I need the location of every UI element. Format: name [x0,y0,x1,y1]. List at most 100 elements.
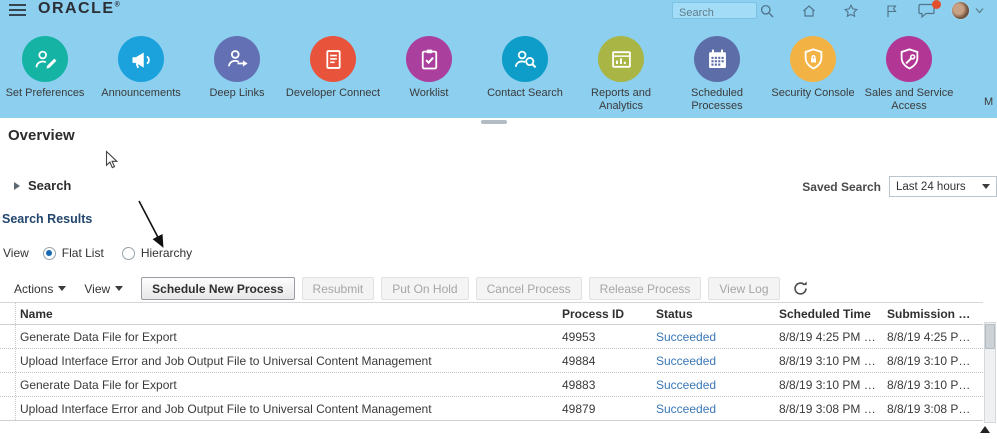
user-avatar[interactable] [951,1,970,20]
radio-unselected-icon [122,247,135,260]
springboard-item-sales-and-service-access[interactable]: Sales and Service Access [861,22,957,118]
column-header-name[interactable]: Name [16,307,562,321]
home-icon[interactable] [801,3,817,19]
radio-flat-list-label: Flat List [62,246,104,260]
submission-time-cell: 8/8/19 3:10 PM UTC [887,354,983,368]
person-arrow-icon [214,36,260,82]
row-selector-cell[interactable] [0,349,16,372]
status-cell: Succeeded [656,330,779,344]
search-icon[interactable] [759,3,775,19]
process-name-cell: Generate Data File for Export [16,330,562,344]
view-menu-label: View [84,282,110,296]
scroll-corner-arrow-icon[interactable] [980,426,990,433]
springboard-item-worklist[interactable]: Worklist [381,22,477,118]
scrollbar-thumb[interactable] [985,324,995,349]
process-id-cell: 49953 [562,330,656,344]
refresh-icon[interactable] [792,280,809,297]
global-search-box[interactable] [672,2,757,19]
status-cell: Succeeded [656,378,779,392]
report-icon [598,36,644,82]
springboard-item-contact-search[interactable]: Contact Search [477,22,573,118]
global-search-input[interactable] [673,6,756,21]
top-bar: ORACLE® [0,0,997,22]
table-row[interactable]: Upload Interface Error and Job Output Fi… [0,349,983,373]
radio-flat-list[interactable]: Flat List [43,246,104,260]
springboard-item-label: Developer Connect [278,87,388,100]
row-selector-cell[interactable] [0,397,16,420]
cancel-process-button[interactable]: Cancel Process [476,277,582,300]
notifications-bell-icon[interactable] [918,3,938,19]
schedule-new-process-button[interactable]: Schedule New Process [141,277,294,300]
status-link[interactable]: Succeeded [656,378,716,392]
status-cell: Succeeded [656,402,779,416]
panel-grip[interactable] [481,120,507,124]
springboard-item-label: Announcements [86,87,196,100]
springboard-item-label: Deep Links [182,87,292,100]
process-id-cell: 49883 [562,378,656,392]
clipboard-check-icon [406,36,452,82]
column-header-scheduled-time[interactable]: Scheduled Time [779,307,887,321]
oracle-logo: ORACLE® [38,0,120,18]
status-link[interactable]: Succeeded [656,330,716,344]
row-selector-cell[interactable] [0,325,16,348]
status-link[interactable]: Succeeded [656,402,716,416]
springboard-item-partial[interactable]: M [984,96,993,108]
table-row[interactable]: Upload Interface Error and Job Output Fi… [0,397,983,421]
actions-menu[interactable]: Actions [14,282,66,296]
springboard-item-deep-links[interactable]: Deep Links [189,22,285,118]
processes-table: Name Process ID Status Scheduled Time Su… [0,302,983,421]
expand-triangle-icon [14,182,20,190]
shield-wrench-icon [886,36,932,82]
radio-selected-icon [43,247,56,260]
radio-hierarchy-label: Hierarchy [141,246,192,260]
springboard-item-label: Contact Search [470,87,580,100]
view-label: View [3,246,29,260]
radio-hierarchy[interactable]: Hierarchy [122,246,192,260]
column-header-status[interactable]: Status [656,307,779,321]
put-on-hold-button[interactable]: Put On Hold [381,277,468,300]
springboard-item-label: Worklist [374,87,484,100]
springboard-item-announcements[interactable]: Announcements [93,22,189,118]
avatar-chevron-down-icon[interactable] [975,7,984,14]
springboard: Set PreferencesAnnouncementsDeep LinksDe… [0,22,967,118]
springboard-item-label: Security Console [758,87,868,100]
table-row[interactable]: Generate Data File for Export49953Succee… [0,325,983,349]
table-body: Generate Data File for Export49953Succee… [0,325,983,421]
registered-mark: ® [115,2,120,9]
selector-column-header [0,303,16,324]
status-link[interactable]: Succeeded [656,354,716,368]
release-process-button[interactable]: Release Process [589,277,702,300]
column-header-process-id[interactable]: Process ID [562,307,656,321]
table-row[interactable]: Generate Data File for Export49883Succee… [0,373,983,397]
springboard-item-developer-connect[interactable]: Developer Connect [285,22,381,118]
saved-search: Saved Search Last 24 hours [802,176,997,197]
resubmit-button[interactable]: Resubmit [302,277,375,300]
scheduled-time-cell: 8/8/19 3:10 PM UTC [779,378,887,392]
flag-watchlist-icon[interactable] [884,3,900,19]
menu-caret-icon [58,286,66,291]
table-header-row: Name Process ID Status Scheduled Time Su… [0,302,983,325]
actions-menu-label: Actions [14,282,53,296]
row-selector-cell[interactable] [0,373,16,396]
vertical-scrollbar[interactable] [984,322,996,423]
submission-time-cell: 8/8/19 3:10 PM UTC [887,378,983,392]
view-menu[interactable]: View [84,282,123,296]
springboard-item-set-preferences[interactable]: Set Preferences [0,22,93,118]
process-name-cell: Generate Data File for Export [16,378,562,392]
person-edit-icon [22,36,68,82]
scheduled-time-cell: 8/8/19 3:08 PM UTC [779,402,887,416]
view-log-button[interactable]: View Log [708,277,779,300]
saved-search-label: Saved Search [802,180,881,194]
process-name-cell: Upload Interface Error and Job Output Fi… [16,402,562,416]
search-section-expander[interactable]: Search [14,178,71,193]
saved-search-select[interactable]: Last 24 hours [889,176,997,197]
springboard-item-security-console[interactable]: Security Console [765,22,861,118]
hamburger-menu-icon[interactable] [9,4,26,17]
favorites-star-icon[interactable] [843,3,859,19]
springboard-item-label: Reports and Analytics [566,87,676,113]
springboard-item-reports-and-analytics[interactable]: Reports and Analytics [573,22,669,118]
process-id-cell: 49884 [562,354,656,368]
springboard-item-scheduled-processes[interactable]: Scheduled Processes [669,22,765,118]
column-header-submission-time[interactable]: Submission Time [887,307,983,321]
person-search-icon [502,36,548,82]
